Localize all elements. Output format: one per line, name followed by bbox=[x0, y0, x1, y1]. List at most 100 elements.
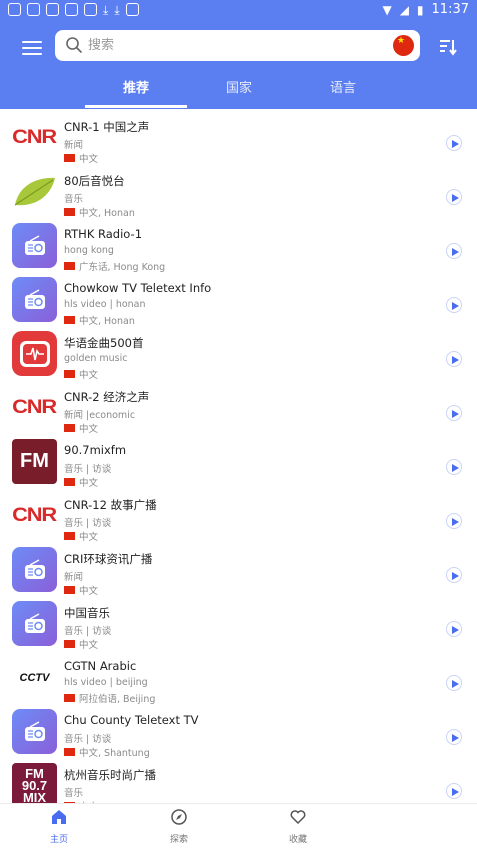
station-language-text: 中文 bbox=[79, 586, 99, 597]
play-button[interactable] bbox=[446, 351, 462, 367]
station-language-text: 中文, Honan bbox=[79, 316, 135, 327]
app-header: ⤓ ⤓ ▼ ◢ ▮ 11:37 推荐 国家 语言 bbox=[0, 0, 477, 109]
play-button[interactable] bbox=[446, 621, 462, 637]
station-language-text: 中文 bbox=[79, 424, 99, 435]
app-notification-icon bbox=[125, 3, 139, 16]
station-row[interactable]: 华语金曲500首 golden music 中文 bbox=[0, 330, 477, 384]
station-thumbnail: CNR bbox=[12, 115, 57, 160]
app-notification-icon bbox=[8, 3, 21, 16]
china-flag-icon bbox=[64, 316, 75, 324]
china-flag-icon bbox=[64, 208, 75, 216]
station-language: 中文 bbox=[64, 421, 98, 435]
menu-icon-bar bbox=[22, 47, 42, 49]
station-language-text: 阿拉伯语, Beijing bbox=[79, 694, 156, 705]
china-flag-icon bbox=[64, 424, 75, 432]
play-button[interactable] bbox=[446, 297, 462, 313]
play-button[interactable] bbox=[446, 459, 462, 475]
station-row[interactable]: CNR CNR-12 故事广播 音乐 | 访谈 中文 bbox=[0, 492, 477, 546]
station-row[interactable]: CNR CNR-1 中国之声 新闻 中文 bbox=[0, 114, 477, 168]
station-title: CNR-1 中国之声 bbox=[64, 120, 150, 134]
status-bar: ⤓ ⤓ ▼ ◢ ▮ 11:37 bbox=[0, 0, 477, 22]
nav-home[interactable]: 主页 bbox=[19, 808, 99, 845]
station-thumbnail: FM bbox=[12, 439, 57, 484]
play-button[interactable] bbox=[446, 405, 462, 421]
station-row[interactable]: 中国音乐音乐 | 访谈 中文 bbox=[0, 600, 477, 654]
station-title: 中国音乐 bbox=[64, 606, 110, 620]
wifi-icon: ▼ bbox=[382, 2, 392, 17]
station-row[interactable]: 80后音悦台 音乐 中文, Honan bbox=[0, 168, 477, 222]
china-flag-icon bbox=[64, 262, 75, 270]
nav-home-label: 主页 bbox=[49, 835, 68, 845]
tab-language[interactable]: 语言 bbox=[292, 70, 394, 109]
play-button[interactable] bbox=[446, 567, 462, 583]
station-category: golden music bbox=[64, 353, 128, 364]
menu-icon-bar bbox=[22, 53, 42, 55]
china-flag-icon bbox=[64, 532, 75, 540]
station-language-text: 中文 bbox=[79, 370, 99, 381]
search-input[interactable] bbox=[88, 30, 388, 61]
station-title: Chowkow TV Teletext Info bbox=[64, 281, 212, 295]
tab-bar: 推荐 国家 语言 bbox=[0, 70, 477, 109]
station-category: hls video | beijing bbox=[64, 677, 148, 688]
station-category: 音乐 | 访谈 bbox=[64, 626, 112, 637]
play-button[interactable] bbox=[446, 189, 462, 205]
search-bar[interactable] bbox=[55, 30, 420, 61]
nav-explore[interactable]: 探索 bbox=[139, 808, 219, 845]
station-thumbnail bbox=[12, 601, 57, 646]
station-thumbnail bbox=[12, 277, 57, 322]
station-thumbnail: FM 90.7 MIX bbox=[12, 763, 57, 808]
china-flag-icon bbox=[64, 748, 75, 756]
play-button[interactable] bbox=[446, 783, 462, 799]
play-button[interactable] bbox=[446, 729, 462, 745]
notification-icons: ⤓ ⤓ bbox=[8, 3, 139, 18]
download-icon: ⤓ bbox=[103, 3, 109, 17]
home-icon bbox=[52, 810, 66, 824]
station-category: hong kong bbox=[64, 245, 114, 256]
cctv-logo: CCTV bbox=[19, 671, 50, 684]
bottom-nav: 主页 探索 收藏 bbox=[0, 803, 477, 848]
cnr-logo: CNR bbox=[12, 504, 57, 526]
station-thumbnail bbox=[12, 709, 57, 754]
country-flag-button[interactable] bbox=[393, 35, 414, 56]
status-time: 11:37 bbox=[431, 2, 469, 17]
station-row[interactable]: CNR CNR-2 经济之声 新闻 |economic 中文 bbox=[0, 384, 477, 438]
play-button[interactable] bbox=[446, 135, 462, 151]
station-language-text: 中文 bbox=[79, 532, 99, 543]
station-row[interactable]: Chowkow TV Teletext Info hls video | hona… bbox=[0, 276, 477, 330]
station-row[interactable]: CCTV CGTN Arabic hls video | beijing 阿拉伯语, … bbox=[0, 654, 477, 708]
tab-country[interactable]: 国家 bbox=[188, 70, 290, 109]
menu-button[interactable] bbox=[20, 37, 44, 57]
station-category: 音乐 bbox=[64, 788, 84, 799]
play-button[interactable] bbox=[446, 513, 462, 529]
tab-recommend[interactable]: 推荐 bbox=[85, 70, 187, 109]
station-title: CGTN Arabic bbox=[64, 659, 137, 673]
play-button[interactable] bbox=[446, 675, 462, 691]
nav-favorites[interactable]: 收藏 bbox=[258, 808, 338, 845]
station-row[interactable]: Chu County Teletext TV 音乐 | 访谈 中文, Shantun… bbox=[0, 708, 477, 762]
mix-logo: FM 90.7 MIX bbox=[21, 765, 48, 805]
station-thumbnail: CNR bbox=[12, 385, 57, 430]
station-language: 中文, Honan bbox=[64, 313, 135, 327]
download-icon: ⤓ bbox=[114, 3, 120, 17]
cnr-logo: CNR bbox=[12, 396, 57, 418]
station-category: 音乐 | 访谈 bbox=[64, 464, 112, 475]
battery-icon: ▮ bbox=[416, 2, 424, 17]
station-thumbnail bbox=[12, 169, 57, 214]
station-category: 新闻 |economic bbox=[64, 410, 136, 421]
station-row[interactable]: CRI环球资讯广播 新闻 中文 bbox=[0, 546, 477, 600]
station-row[interactable]: FM 90.7mixfm 音乐 | 访谈 中文 bbox=[0, 438, 477, 492]
station-language-text: 中文, Honan bbox=[79, 208, 135, 219]
station-language: 中文 bbox=[64, 151, 98, 165]
play-button[interactable] bbox=[446, 243, 462, 259]
station-language: 中文 bbox=[64, 583, 98, 597]
station-title: RTHK Radio-1 bbox=[64, 227, 143, 241]
station-thumbnail: CNR bbox=[12, 493, 57, 538]
status-right: ▼ ◢ ▮ 11:37 bbox=[382, 2, 469, 17]
station-row[interactable]: RTHK Radio-1 hong kong 广东话, Hong Kong bbox=[0, 222, 477, 276]
station-title: Chu County Teletext TV bbox=[64, 713, 199, 727]
station-title: 华语金曲500首 bbox=[64, 336, 144, 350]
station-language: 中文, Honan bbox=[64, 205, 135, 219]
station-language: 中文 bbox=[64, 637, 98, 651]
sort-icon[interactable] bbox=[436, 36, 458, 58]
menu-icon bbox=[22, 41, 42, 43]
